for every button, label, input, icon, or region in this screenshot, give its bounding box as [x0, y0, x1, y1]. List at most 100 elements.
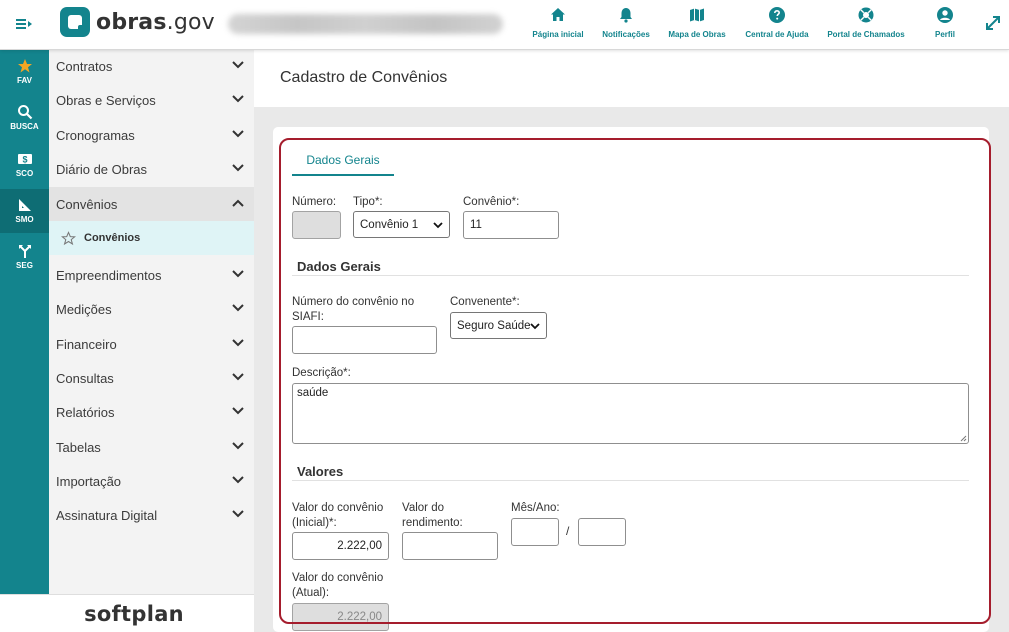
sidebar-item-label: Consultas	[56, 370, 114, 386]
sidebar-item-label: Tabelas	[56, 439, 101, 455]
sidebar-item-label: Cronogramas	[56, 127, 135, 143]
rail-smo[interactable]: SMO	[0, 189, 49, 233]
star-outline-icon[interactable]	[61, 230, 76, 246]
rendimento-label: Valor do rendimento:	[402, 501, 463, 531]
section-divider	[292, 275, 969, 276]
nav-profile[interactable]: Perfil	[928, 6, 962, 46]
valor-atual-label: Valor do convênio (Atual):	[292, 571, 383, 601]
sidebar-item-medicoes[interactable]: Medições	[49, 292, 254, 326]
sidebar-item-label: Convênios	[56, 196, 118, 212]
tipo-select[interactable]: Convênio 1	[353, 211, 450, 238]
app-name: obras.gov	[96, 9, 215, 35]
sidebar-item-contratos[interactable]: Contratos	[49, 49, 254, 83]
valor-inicial-label-line1: Valor do convênio	[292, 502, 384, 514]
descricao-label: Descrição*:	[292, 367, 351, 379]
svg-text:$: $	[22, 155, 27, 165]
chevron-down-icon	[232, 164, 244, 172]
rail-seg-label: SEG	[16, 261, 33, 270]
sidebar-item-label: Empreendimentos	[56, 267, 162, 283]
valor-atual-label-line1: Valor do convênio	[292, 572, 384, 584]
sidebar-item-label: Contratos	[56, 58, 113, 74]
chevron-down-icon	[433, 222, 443, 229]
sidebar-item-tabelas[interactable]: Tabelas	[49, 430, 254, 464]
top-header: obras.gov Página inicial Notificações Ma…	[0, 0, 1009, 50]
rail-search[interactable]: BUSCA	[0, 96, 49, 140]
money-icon: $	[17, 154, 32, 165]
convenio-label: Convênio*:	[463, 196, 520, 208]
nav-home[interactable]: Página inicial	[530, 6, 586, 46]
sidebar-item-financeiro[interactable]: Financeiro	[49, 327, 254, 361]
page-title: Cadastro de Convênios	[280, 69, 448, 86]
chevron-down-icon	[232, 339, 244, 347]
rail-seg[interactable]: SEG	[0, 235, 49, 279]
sidebar-item-obras-servicos[interactable]: Obras e Serviços	[49, 83, 254, 117]
tab-dados-gerais[interactable]: Dados Gerais	[292, 146, 394, 176]
sidebar-item-importacao[interactable]: Importação	[49, 464, 254, 498]
mes-field[interactable]	[511, 518, 559, 546]
descricao-textarea[interactable]: saúde	[292, 383, 969, 444]
sidebar-item-label: Financeiro	[56, 336, 117, 352]
rail-sco[interactable]: $ SCO	[0, 143, 49, 187]
nav-map[interactable]: Mapa de Obras	[666, 6, 728, 46]
mesano-label: Mês/Ano:	[511, 502, 560, 514]
valor-atual-label-line2: (Atual):	[292, 587, 330, 599]
sidebar-item-label: Assinatura Digital	[56, 507, 158, 523]
sidebar-item-cronogramas[interactable]: Cronogramas	[49, 118, 254, 152]
sidebar-item-empreendimentos[interactable]: Empreendimentos	[49, 258, 254, 292]
rail-fav[interactable]: FAV	[0, 50, 49, 94]
chevron-down-icon	[232, 407, 244, 415]
valor-inicial-label-line2: (Inicial)*:	[292, 517, 337, 529]
ruler-icon	[18, 199, 31, 211]
star-icon	[17, 59, 32, 73]
chevron-down-icon	[530, 323, 540, 330]
sidebar-item-label: Diário de Obras	[56, 161, 148, 177]
chevron-down-icon	[232, 130, 244, 138]
valor-atual-field: 2.222,00	[292, 603, 389, 631]
sidebar-menu: Contratos Obras e Serviços Cronogramas D…	[49, 50, 254, 594]
softplan-logo: softplan	[0, 594, 254, 632]
nav-tickets-label: Portal de Chamados	[827, 30, 905, 39]
map-icon	[690, 8, 704, 22]
nav-tickets[interactable]: Portal de Chamados	[825, 6, 907, 46]
home-icon	[551, 8, 565, 21]
search-icon	[17, 105, 32, 120]
nav-notifications-label: Notificações	[602, 30, 650, 39]
expand-icon[interactable]	[984, 14, 1002, 32]
footer-brand-text: softplan	[84, 601, 184, 626]
module-rail: FAV BUSCA $ SCO SMO SEG	[0, 50, 49, 594]
section-divider	[292, 480, 969, 481]
ano-field[interactable]	[578, 518, 626, 546]
numero-field[interactable]	[292, 211, 341, 239]
valor-inicial-field[interactable]: 2.222,00	[292, 532, 389, 560]
sidebar-item-assinatura-digital[interactable]: Assinatura Digital	[49, 498, 254, 532]
sidebar-item-diario-obras[interactable]: Diário de Obras	[49, 152, 254, 186]
sidebar-item-label: Obras e Serviços	[56, 92, 156, 108]
chevron-down-icon	[232, 304, 244, 312]
app-logo[interactable]: obras.gov	[60, 6, 215, 38]
rendimento-label-line1: Valor do	[402, 502, 444, 514]
nav-notifications[interactable]: Notificações	[600, 6, 652, 46]
sidebar-item-label: Medições	[56, 301, 112, 317]
nav-map-label: Mapa de Obras	[668, 30, 726, 39]
convenente-select[interactable]: Seguro Saúde	[450, 312, 547, 339]
chevron-down-icon	[232, 270, 244, 278]
sidebar-item-relatorios[interactable]: Relatórios	[49, 395, 254, 429]
environment-label-blurred	[228, 14, 503, 34]
date-separator: /	[566, 524, 570, 538]
numero-label: Número:	[292, 196, 337, 208]
chevron-down-icon	[232, 95, 244, 103]
rendimento-field[interactable]	[402, 532, 498, 560]
convenio-field[interactable]: 11	[463, 211, 559, 239]
sidebar-subitem-convenios[interactable]: Convênios	[49, 221, 254, 255]
siafi-field[interactable]	[292, 326, 437, 354]
bell-icon	[620, 8, 632, 23]
menu-toggle-icon[interactable]	[14, 14, 34, 34]
chevron-down-icon	[232, 373, 244, 381]
sidebar-item-consultas[interactable]: Consultas	[49, 361, 254, 395]
sidebar-item-convenios[interactable]: Convênios	[49, 187, 254, 221]
resize-handle-icon[interactable]	[959, 434, 967, 442]
chevron-down-icon	[232, 442, 244, 450]
nav-help[interactable]: Central de Ajuda	[744, 6, 810, 46]
page-header: Cadastro de Convênios	[254, 50, 1009, 107]
rail-smo-label: SMO	[15, 215, 34, 224]
